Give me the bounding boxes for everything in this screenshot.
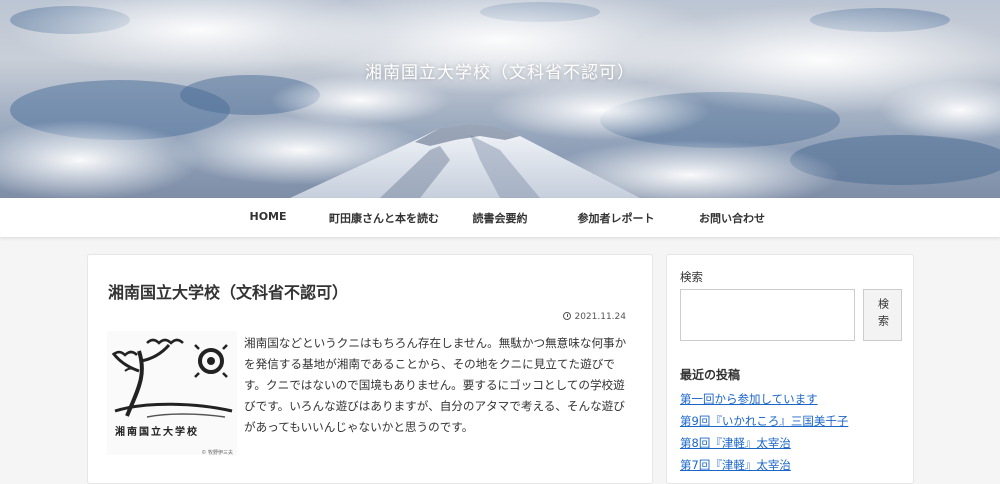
nav-item-read-with-machida[interactable]: 町田康さんと本を読む xyxy=(329,210,439,226)
nav-item-contact[interactable]: お問い合わせ xyxy=(699,210,765,226)
mountain-cloud-image xyxy=(0,0,1000,198)
recent-post-link[interactable]: 第8回『津軽』太宰治 xyxy=(680,432,848,454)
post-date-text: 2021.11.24 xyxy=(574,312,626,322)
header-image: 湘南国立大学校（文科省不認可） xyxy=(0,0,1000,198)
recent-post-link[interactable]: 第一回から参加しています xyxy=(680,388,848,410)
thumbnail-credit: © 牧野伊三夫 xyxy=(201,450,233,456)
pine-tree-sun-drawing xyxy=(111,338,233,418)
post-card: 湘南国立大学校（文科省不認可） 2021.11.24 湘南国立大学校 © 牧野伊… xyxy=(87,254,653,484)
post-title[interactable]: 湘南国立大学校（文科省不認可） xyxy=(108,279,348,303)
nav-item-summary[interactable]: 読書会要約 xyxy=(473,210,528,226)
search-button[interactable]: 検索 xyxy=(863,289,902,341)
post-thumbnail[interactable]: 湘南国立大学校 © 牧野伊三夫 xyxy=(107,331,237,456)
recent-posts-list: 第一回から参加しています 第9回『いかれころ』三国美千子 第8回『津軽』太宰治 … xyxy=(680,388,848,476)
nav-item-home[interactable]: HOME xyxy=(249,210,286,223)
search-input[interactable] xyxy=(680,289,855,341)
post-excerpt: 湘南国などというクニはもちろん存在しません。無駄かつ無意味な何事かを発信する基地… xyxy=(244,336,627,434)
recent-post-link[interactable]: 第7回『津軽』太宰治 xyxy=(680,454,848,476)
thumbnail-caption: 湘南国立大学校 xyxy=(115,427,199,438)
clock-icon xyxy=(563,312,572,320)
nav-item-reports[interactable]: 参加者レポート xyxy=(578,210,655,226)
post-date: 2021.11.24 xyxy=(563,311,626,322)
main-nav: HOME 町田康さんと本を読む 読書会要約 参加者レポート お問い合わせ xyxy=(0,198,1000,238)
search-label: 検索 xyxy=(680,270,703,284)
sidebar: 検索 検索 最近の投稿 第一回から参加しています 第9回『いかれころ』三国美千子… xyxy=(666,254,914,484)
recent-posts-heading: 最近の投稿 xyxy=(680,368,741,382)
recent-post-link[interactable]: 第9回『いかれころ』三国美千子 xyxy=(680,410,848,432)
site-title[interactable]: 湘南国立大学校（文科省不認可） xyxy=(0,58,1000,83)
